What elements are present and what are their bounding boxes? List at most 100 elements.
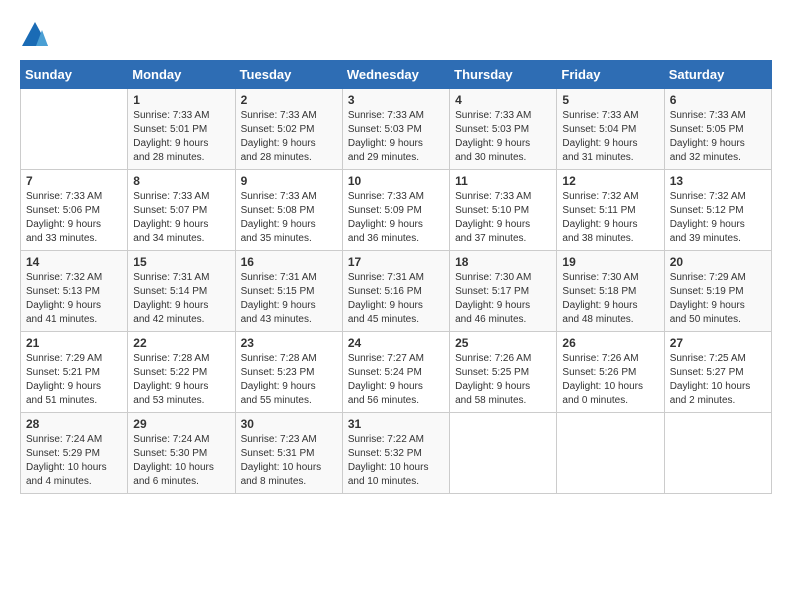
calendar-cell: 6 Sunrise: 7:33 AMSunset: 5:05 PMDaylight… [664,89,771,170]
day-info: Sunrise: 7:33 AMSunset: 5:05 PMDaylight:… [670,109,766,165]
column-header-thursday: Thursday [450,61,557,89]
calendar-cell: 26 Sunrise: 7:26 AMSunset: 5:26 PMDayligh… [557,332,664,413]
calendar-week-row: 7 Sunrise: 7:33 AMSunset: 5:06 PMDaylight… [21,170,772,251]
calendar-header-row: SundayMondayTuesdayWednesdayThursdayFrid… [21,61,772,89]
calendar-cell [21,89,128,170]
day-number: 20 [670,255,766,269]
calendar-cell: 25 Sunrise: 7:26 AMSunset: 5:25 PMDayligh… [450,332,557,413]
calendar-cell: 1 Sunrise: 7:33 AMSunset: 5:01 PMDaylight… [128,89,235,170]
day-info: Sunrise: 7:33 AMSunset: 5:03 PMDaylight:… [348,109,444,165]
day-number: 7 [26,174,122,188]
day-number: 2 [241,93,337,107]
day-info: Sunrise: 7:24 AMSunset: 5:30 PMDaylight:… [133,433,229,489]
day-number: 29 [133,417,229,431]
calendar-cell: 29 Sunrise: 7:24 AMSunset: 5:30 PMDayligh… [128,413,235,494]
day-number: 23 [241,336,337,350]
calendar-cell: 28 Sunrise: 7:24 AMSunset: 5:29 PMDayligh… [21,413,128,494]
calendar-cell: 9 Sunrise: 7:33 AMSunset: 5:08 PMDaylight… [235,170,342,251]
day-info: Sunrise: 7:33 AMSunset: 5:07 PMDaylight:… [133,190,229,246]
column-header-monday: Monday [128,61,235,89]
day-info: Sunrise: 7:28 AMSunset: 5:23 PMDaylight:… [241,352,337,408]
calendar-week-row: 14 Sunrise: 7:32 AMSunset: 5:13 PMDayligh… [21,251,772,332]
calendar-week-row: 28 Sunrise: 7:24 AMSunset: 5:29 PMDayligh… [21,413,772,494]
calendar-cell: 13 Sunrise: 7:32 AMSunset: 5:12 PMDayligh… [664,170,771,251]
day-info: Sunrise: 7:25 AMSunset: 5:27 PMDaylight:… [670,352,766,408]
day-number: 22 [133,336,229,350]
calendar-cell: 23 Sunrise: 7:28 AMSunset: 5:23 PMDayligh… [235,332,342,413]
day-info: Sunrise: 7:33 AMSunset: 5:09 PMDaylight:… [348,190,444,246]
day-number: 1 [133,93,229,107]
calendar-cell: 8 Sunrise: 7:33 AMSunset: 5:07 PMDaylight… [128,170,235,251]
day-info: Sunrise: 7:33 AMSunset: 5:01 PMDaylight:… [133,109,229,165]
calendar-cell: 19 Sunrise: 7:30 AMSunset: 5:18 PMDayligh… [557,251,664,332]
day-number: 18 [455,255,551,269]
day-number: 15 [133,255,229,269]
day-info: Sunrise: 7:33 AMSunset: 5:06 PMDaylight:… [26,190,122,246]
calendar-cell: 30 Sunrise: 7:23 AMSunset: 5:31 PMDayligh… [235,413,342,494]
calendar-cell: 22 Sunrise: 7:28 AMSunset: 5:22 PMDayligh… [128,332,235,413]
calendar-cell: 20 Sunrise: 7:29 AMSunset: 5:19 PMDayligh… [664,251,771,332]
day-info: Sunrise: 7:30 AMSunset: 5:17 PMDaylight:… [455,271,551,327]
day-info: Sunrise: 7:33 AMSunset: 5:03 PMDaylight:… [455,109,551,165]
calendar-cell: 12 Sunrise: 7:32 AMSunset: 5:11 PMDayligh… [557,170,664,251]
calendar-week-row: 21Sunrise: 7:29 AMSunset: 5:21 PMDayligh… [21,332,772,413]
day-number: 27 [670,336,766,350]
calendar-cell [664,413,771,494]
calendar-cell: 27 Sunrise: 7:25 AMSunset: 5:27 PMDayligh… [664,332,771,413]
calendar-cell: 3Sunrise: 7:33 AMSunset: 5:03 PMDaylight… [342,89,449,170]
day-info: Sunrise: 7:31 AMSunset: 5:14 PMDaylight:… [133,271,229,327]
day-info: Sunrise: 7:33 AMSunset: 5:08 PMDaylight:… [241,190,337,246]
column-header-friday: Friday [557,61,664,89]
day-number: 30 [241,417,337,431]
day-number: 10 [348,174,444,188]
column-header-saturday: Saturday [664,61,771,89]
day-number: 24 [348,336,444,350]
calendar-cell: 18 Sunrise: 7:30 AMSunset: 5:17 PMDayligh… [450,251,557,332]
column-header-tuesday: Tuesday [235,61,342,89]
calendar-cell: 10 Sunrise: 7:33 AMSunset: 5:09 PMDayligh… [342,170,449,251]
day-info: Sunrise: 7:33 AMSunset: 5:04 PMDaylight:… [562,109,658,165]
calendar-cell: 21Sunrise: 7:29 AMSunset: 5:21 PMDayligh… [21,332,128,413]
day-info: Sunrise: 7:26 AMSunset: 5:25 PMDaylight:… [455,352,551,408]
day-info: Sunrise: 7:32 AMSunset: 5:13 PMDaylight:… [26,271,122,327]
day-number: 19 [562,255,658,269]
day-info: Sunrise: 7:32 AMSunset: 5:11 PMDaylight:… [562,190,658,246]
calendar-cell: 2 Sunrise: 7:33 AMSunset: 5:02 PMDaylight… [235,89,342,170]
calendar-cell [557,413,664,494]
day-info: Sunrise: 7:28 AMSunset: 5:22 PMDaylight:… [133,352,229,408]
day-number: 6 [670,93,766,107]
day-info: Sunrise: 7:26 AMSunset: 5:26 PMDaylight:… [562,352,658,408]
day-number: 4 [455,93,551,107]
day-number: 17 [348,255,444,269]
calendar-cell: 16 Sunrise: 7:31 AMSunset: 5:15 PMDayligh… [235,251,342,332]
day-number: 12 [562,174,658,188]
day-info: Sunrise: 7:27 AMSunset: 5:24 PMDaylight:… [348,352,444,408]
day-info: Sunrise: 7:32 AMSunset: 5:12 PMDaylight:… [670,190,766,246]
calendar-cell: 17 Sunrise: 7:31 AMSunset: 5:16 PMDayligh… [342,251,449,332]
calendar-cell: 4 Sunrise: 7:33 AMSunset: 5:03 PMDaylight… [450,89,557,170]
day-number: 5 [562,93,658,107]
calendar-cell [450,413,557,494]
day-info: Sunrise: 7:31 AMSunset: 5:15 PMDaylight:… [241,271,337,327]
day-number: 14 [26,255,122,269]
column-header-sunday: Sunday [21,61,128,89]
day-number: 8 [133,174,229,188]
calendar-cell: 14 Sunrise: 7:32 AMSunset: 5:13 PMDayligh… [21,251,128,332]
day-info: Sunrise: 7:22 AMSunset: 5:32 PMDaylight:… [348,433,444,489]
logo-icon [20,20,50,50]
day-number: 25 [455,336,551,350]
day-number: 16 [241,255,337,269]
day-info: Sunrise: 7:31 AMSunset: 5:16 PMDaylight:… [348,271,444,327]
calendar-cell: 24 Sunrise: 7:27 AMSunset: 5:24 PMDayligh… [342,332,449,413]
day-number: 26 [562,336,658,350]
day-info: Sunrise: 7:23 AMSunset: 5:31 PMDaylight:… [241,433,337,489]
day-info: Sunrise: 7:30 AMSunset: 5:18 PMDaylight:… [562,271,658,327]
day-number: 13 [670,174,766,188]
day-number: 28 [26,417,122,431]
day-info: Sunrise: 7:24 AMSunset: 5:29 PMDaylight:… [26,433,122,489]
day-info: Sunrise: 7:29 AMSunset: 5:21 PMDaylight:… [26,352,122,408]
day-info: Sunrise: 7:29 AMSunset: 5:19 PMDaylight:… [670,271,766,327]
day-number: 9 [241,174,337,188]
day-info: Sunrise: 7:33 AMSunset: 5:10 PMDaylight:… [455,190,551,246]
day-info: Sunrise: 7:33 AMSunset: 5:02 PMDaylight:… [241,109,337,165]
